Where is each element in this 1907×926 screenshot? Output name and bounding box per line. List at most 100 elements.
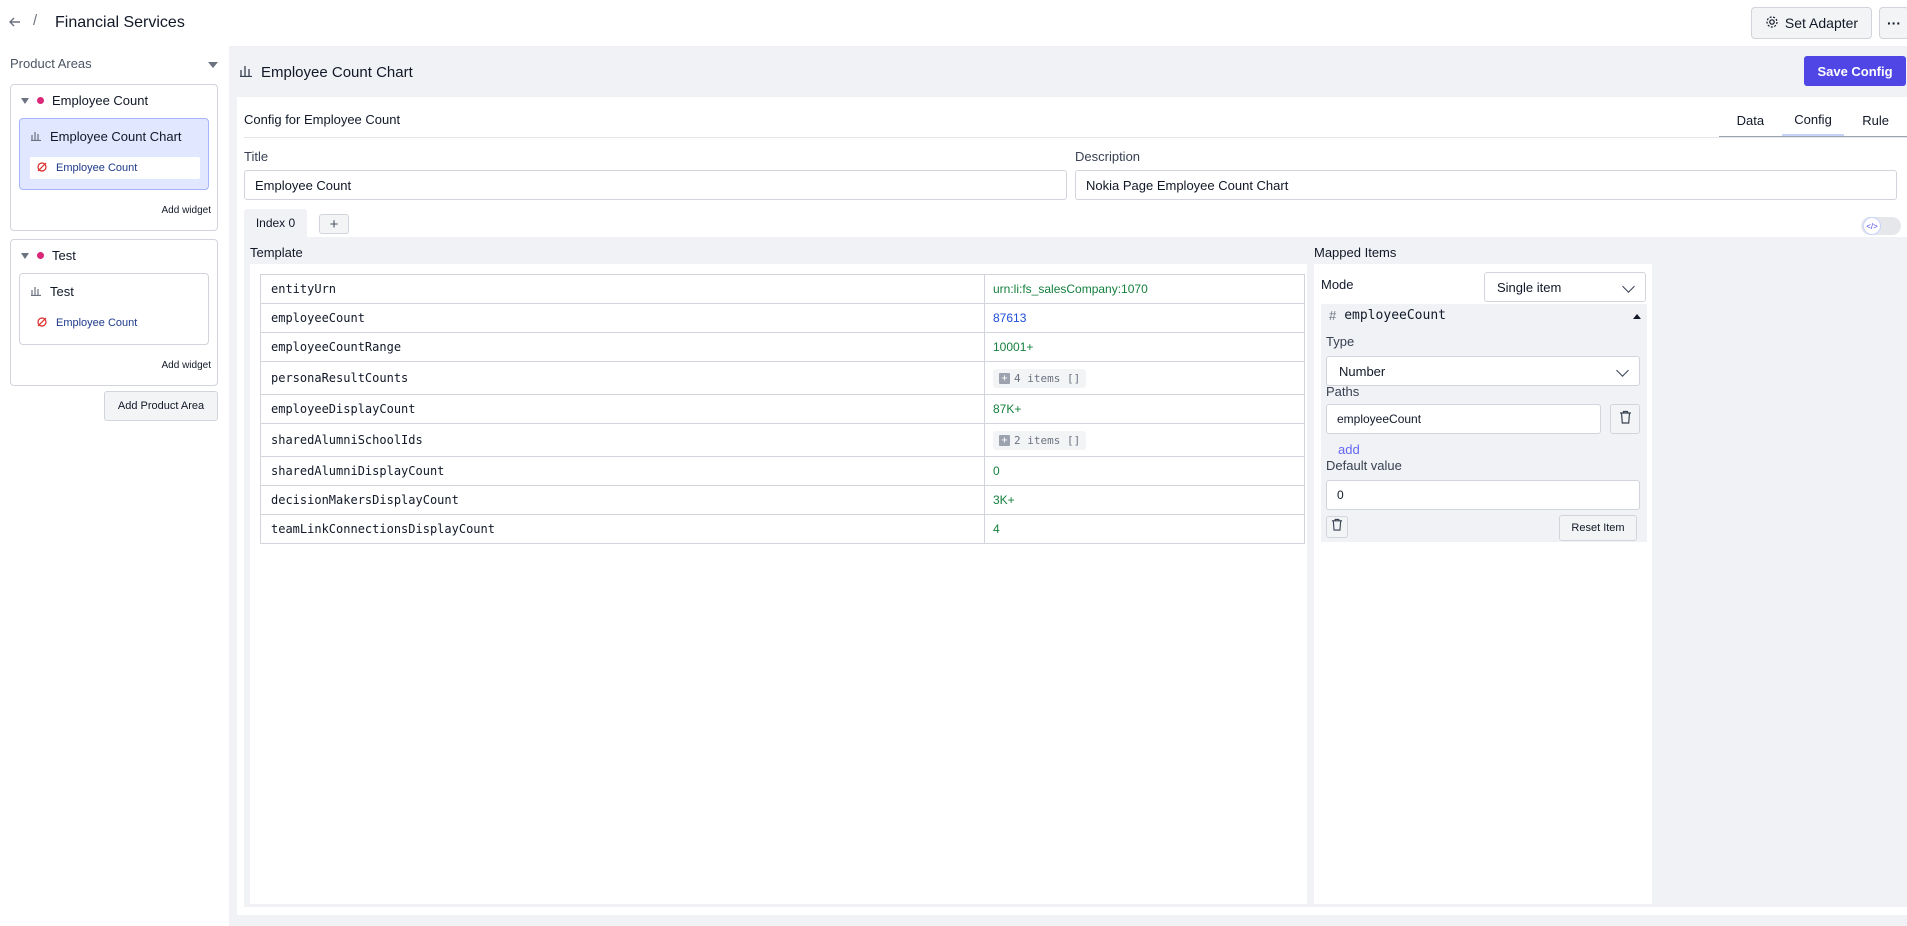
set-adapter-label: Set Adapter bbox=[1784, 15, 1859, 31]
paths-label: Paths bbox=[1326, 384, 1360, 399]
reset-item-button[interactable]: Reset Item bbox=[1559, 515, 1637, 541]
expand-array-chip[interactable]: + 4 items [] bbox=[993, 368, 1087, 388]
set-adapter-button[interactable]: Set Adapter bbox=[1751, 7, 1872, 39]
row-key: sharedAlumniDisplayCount bbox=[260, 456, 985, 486]
bar-chart-icon bbox=[30, 284, 42, 299]
array-summary: 4 items [] bbox=[1014, 371, 1081, 385]
mapped-item-name: employeeCount bbox=[1344, 308, 1446, 323]
hash-icon: # bbox=[1329, 308, 1337, 323]
widget-data-item[interactable]: Employee Count bbox=[30, 312, 200, 334]
divider bbox=[244, 137, 1907, 138]
product-area-name: Employee Count bbox=[52, 93, 149, 108]
row-value: 10001+ bbox=[984, 332, 1305, 362]
chevron-down-icon bbox=[1616, 364, 1629, 377]
mapped-item-card: # employeeCount Type Number Paths employ… bbox=[1321, 304, 1647, 542]
row-key: personaResultCounts bbox=[260, 361, 985, 395]
content-area: Template entityUrn urn:li:fs_salesCompan… bbox=[244, 237, 1907, 907]
description-input[interactable]: Nokia Page Employee Count Chart bbox=[1075, 170, 1897, 200]
tab-rule[interactable]: Rule bbox=[1844, 104, 1907, 136]
template-table: entityUrn urn:li:fs_salesCompany:1070 em… bbox=[260, 274, 1305, 544]
add-index-button[interactable]: + bbox=[319, 214, 349, 234]
main-panel: Employee Count Chart Save Config Config … bbox=[229, 46, 1907, 926]
caret-up-icon[interactable] bbox=[1633, 314, 1641, 319]
config-heading: Config for Employee Count bbox=[244, 112, 401, 127]
expand-array-chip[interactable]: + 2 items [] bbox=[993, 430, 1087, 450]
tab-index-0[interactable]: Index 0 bbox=[244, 209, 307, 237]
code-icon: </> bbox=[1863, 217, 1881, 235]
unlinked-icon bbox=[36, 316, 48, 331]
collapse-triangle-icon[interactable] bbox=[21, 252, 29, 259]
mapped-item-header[interactable]: # employeeCount bbox=[1329, 308, 1446, 323]
trash-icon bbox=[1331, 518, 1343, 536]
table-row: personaResultCounts + 4 items [] bbox=[260, 361, 1305, 395]
mode-value: Single item bbox=[1497, 279, 1562, 295]
title-label: Title bbox=[244, 149, 269, 164]
widget-card[interactable]: Test Employee Count bbox=[19, 273, 209, 345]
mapped-items-label: Mapped Items bbox=[1314, 245, 1397, 260]
row-key: teamLinkConnectionsDisplayCount bbox=[260, 514, 985, 544]
template-box: entityUrn urn:li:fs_salesCompany:1070 em… bbox=[250, 264, 1307, 904]
tab-bar: Data Config Rule bbox=[1719, 104, 1907, 137]
sidebar: Product Areas Employee Count Employee Co… bbox=[0, 46, 228, 926]
row-value: 87K+ bbox=[984, 394, 1305, 424]
row-key: decisionMakersDisplayCount bbox=[260, 485, 985, 515]
type-value: Number bbox=[1339, 363, 1386, 379]
widget-data-item[interactable]: Employee Count bbox=[30, 157, 200, 179]
default-value-label: Default value bbox=[1326, 458, 1402, 473]
type-select[interactable]: Number bbox=[1326, 356, 1640, 386]
widget-title: Test bbox=[30, 284, 74, 299]
widget-title-label: Employee Count Chart bbox=[50, 129, 182, 144]
more-options-button[interactable]: ··· bbox=[1879, 7, 1907, 39]
type-label: Type bbox=[1326, 334, 1355, 349]
add-widget-button[interactable]: Add widget bbox=[162, 205, 211, 216]
row-value: 4 bbox=[984, 514, 1305, 544]
table-row: entityUrn urn:li:fs_salesCompany:1070 bbox=[260, 274, 1305, 304]
title-input[interactable]: Employee Count bbox=[244, 170, 1067, 200]
delete-item-button[interactable] bbox=[1326, 516, 1348, 538]
row-value-cell: + 4 items [] bbox=[984, 361, 1305, 395]
tab-config[interactable]: Config bbox=[1781, 104, 1845, 136]
row-value-cell: + 2 items [] bbox=[984, 423, 1305, 457]
product-area-header[interactable]: Employee Count bbox=[21, 93, 148, 108]
tab-data[interactable]: Data bbox=[1719, 104, 1782, 136]
back-arrow-icon[interactable] bbox=[6, 13, 24, 31]
delete-path-button[interactable] bbox=[1610, 404, 1640, 434]
widget-card[interactable]: Employee Count Chart Employee Count bbox=[19, 118, 209, 190]
page-title: Financial Services bbox=[55, 14, 185, 31]
gear-icon bbox=[1765, 15, 1779, 32]
row-key: employeeCount bbox=[260, 303, 985, 333]
collapse-triangle-icon[interactable] bbox=[21, 97, 29, 104]
product-area-card: Test Test Employee Count Add widget bbox=[10, 239, 218, 386]
array-summary: 2 items [] bbox=[1014, 433, 1081, 447]
table-row: employeeDisplayCount 87K+ bbox=[260, 394, 1305, 424]
caret-down-icon[interactable] bbox=[208, 62, 218, 68]
row-key: sharedAlumniSchoolIds bbox=[260, 423, 985, 457]
default-value-input[interactable]: 0 bbox=[1326, 480, 1640, 510]
product-areas-label: Product Areas bbox=[10, 56, 92, 71]
path-input[interactable]: employeeCount bbox=[1326, 404, 1601, 434]
row-value: 3K+ bbox=[984, 485, 1305, 515]
template-label: Template bbox=[250, 245, 303, 260]
save-config-button[interactable]: Save Config bbox=[1804, 56, 1906, 86]
product-areas-header[interactable]: Product Areas bbox=[10, 56, 220, 76]
bar-chart-icon bbox=[30, 129, 42, 144]
row-value: urn:li:fs_salesCompany:1070 bbox=[984, 274, 1305, 304]
table-row: sharedAlumniDisplayCount 0 bbox=[260, 456, 1305, 486]
description-label: Description bbox=[1075, 149, 1141, 164]
add-widget-button[interactable]: Add widget bbox=[162, 360, 211, 371]
code-view-toggle[interactable]: </> bbox=[1861, 217, 1901, 235]
expand-plus-icon: + bbox=[999, 434, 1010, 446]
mode-select[interactable]: Single item bbox=[1484, 272, 1646, 302]
add-path-link[interactable]: add bbox=[1338, 442, 1360, 457]
mapped-items-box: Mode Single item # employeeCount Type Nu… bbox=[1314, 264, 1652, 904]
table-row: teamLinkConnectionsDisplayCount 4 bbox=[260, 514, 1305, 544]
mode-label: Mode bbox=[1321, 277, 1354, 292]
add-product-area-button[interactable]: Add Product Area bbox=[104, 391, 218, 421]
status-dot-icon bbox=[37, 252, 44, 259]
trash-icon bbox=[1619, 410, 1632, 429]
widget-title: Employee Count Chart bbox=[30, 129, 182, 144]
product-area-header[interactable]: Test bbox=[21, 248, 76, 263]
expand-plus-icon: + bbox=[999, 372, 1010, 384]
table-row: sharedAlumniSchoolIds + 2 items [] bbox=[260, 423, 1305, 457]
top-bar: / Financial Services Set Adapter ··· bbox=[0, 0, 1907, 46]
